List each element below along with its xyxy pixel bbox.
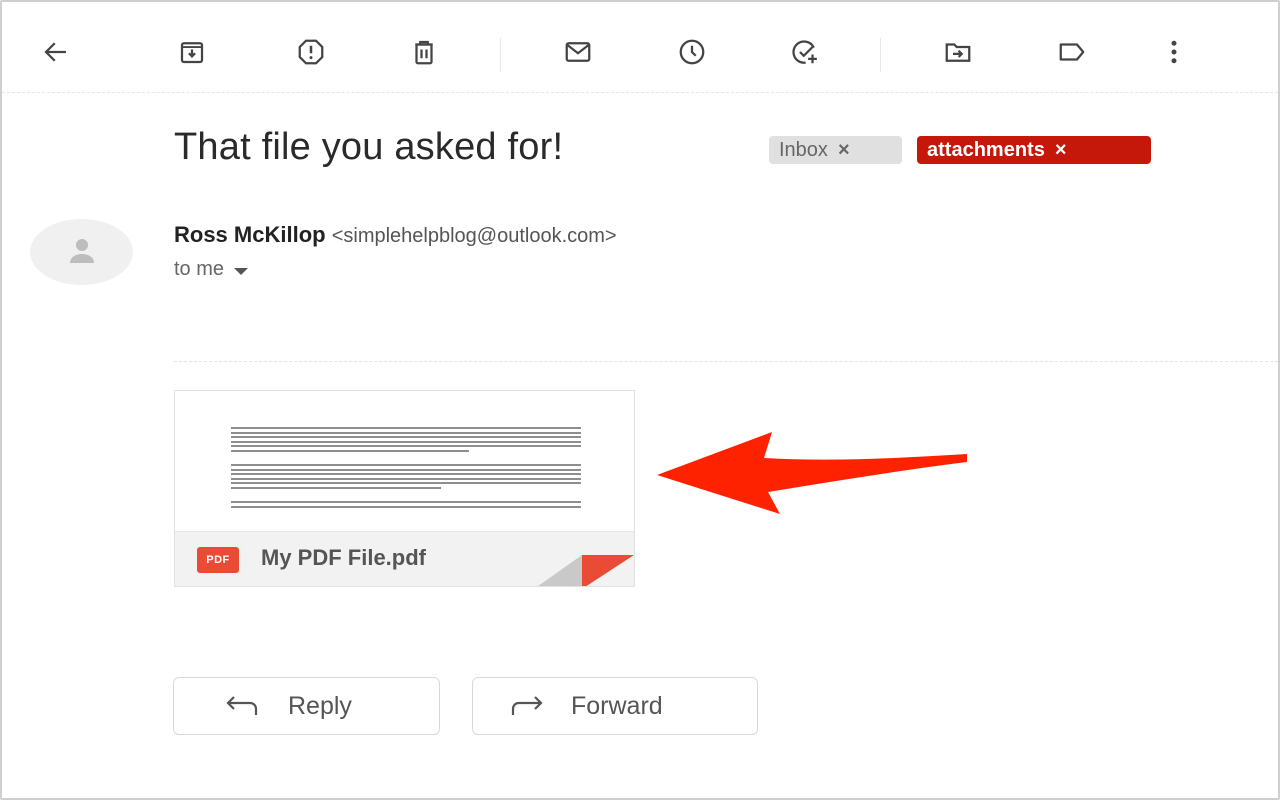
- sender-line: Ross McKillop <simplehelpblog@outlook.co…: [174, 222, 617, 248]
- pdf-icon: PDF: [197, 547, 239, 573]
- label-chip-attachments[interactable]: attachments ×: [917, 136, 1151, 164]
- forward-label: Forward: [571, 691, 663, 720]
- recipient-text: to me: [174, 258, 225, 280]
- label-chip-text: Inbox: [779, 138, 828, 161]
- envelope-icon: [565, 42, 591, 62]
- person-icon: [70, 239, 94, 263]
- add-task-icon: [792, 40, 817, 64]
- snooze-button[interactable]: [672, 32, 712, 72]
- more-vert-icon: [1171, 40, 1177, 64]
- report-spam-button[interactable]: [291, 32, 331, 72]
- label-chip-text: attachments: [927, 138, 1045, 161]
- spam-icon: [298, 39, 324, 65]
- reply-button[interactable]: Reply: [173, 677, 440, 735]
- annotation-arrow: [657, 432, 967, 514]
- archive-icon: [180, 42, 204, 64]
- email-subject: That file you asked for!: [174, 126, 564, 168]
- label-icon: [1059, 43, 1085, 61]
- attachment-filename: My PDF File.pdf: [261, 545, 426, 570]
- email-view: That file you asked for! Inbox × attachm…: [0, 0, 1280, 800]
- labels-button[interactable]: [1052, 32, 1092, 72]
- toolbar-divider: [880, 38, 881, 72]
- sender-name[interactable]: Ross McKillop: [174, 222, 326, 247]
- folder-move-icon: [945, 43, 971, 62]
- recipient-line: to me: [174, 258, 249, 281]
- label-chip-inbox[interactable]: Inbox ×: [769, 136, 902, 164]
- chevron-down-icon[interactable]: [234, 267, 249, 275]
- forward-button[interactable]: Forward: [472, 677, 758, 735]
- divider: [174, 361, 1278, 362]
- attachment-footer: PDF My PDF File.pdf: [175, 531, 634, 586]
- remove-label-icon[interactable]: ×: [838, 139, 850, 162]
- toolbar-divider: [500, 38, 501, 72]
- mark-unread-button[interactable]: [558, 32, 598, 72]
- reply-icon: [226, 696, 258, 715]
- reply-label: Reply: [288, 691, 352, 720]
- add-to-tasks-button[interactable]: [785, 32, 825, 72]
- remove-label-icon[interactable]: ×: [1055, 139, 1067, 162]
- forward-icon: [511, 696, 543, 715]
- arrow-left-icon: [44, 42, 66, 62]
- more-button[interactable]: [1154, 32, 1194, 72]
- move-to-button[interactable]: [938, 32, 978, 72]
- attachment-card[interactable]: PDF My PDF File.pdf: [174, 390, 635, 587]
- page-fold-icon: [538, 555, 634, 586]
- attachment-preview: [231, 427, 581, 520]
- trash-icon: [415, 40, 433, 65]
- clock-icon: [679, 39, 705, 65]
- back-button[interactable]: [36, 32, 76, 72]
- sender-email: <simplehelpblog@outlook.com>: [331, 225, 617, 247]
- avatar: [30, 219, 133, 285]
- delete-button[interactable]: [404, 32, 444, 72]
- archive-button[interactable]: [172, 32, 212, 72]
- toolbar: [2, 2, 1278, 93]
